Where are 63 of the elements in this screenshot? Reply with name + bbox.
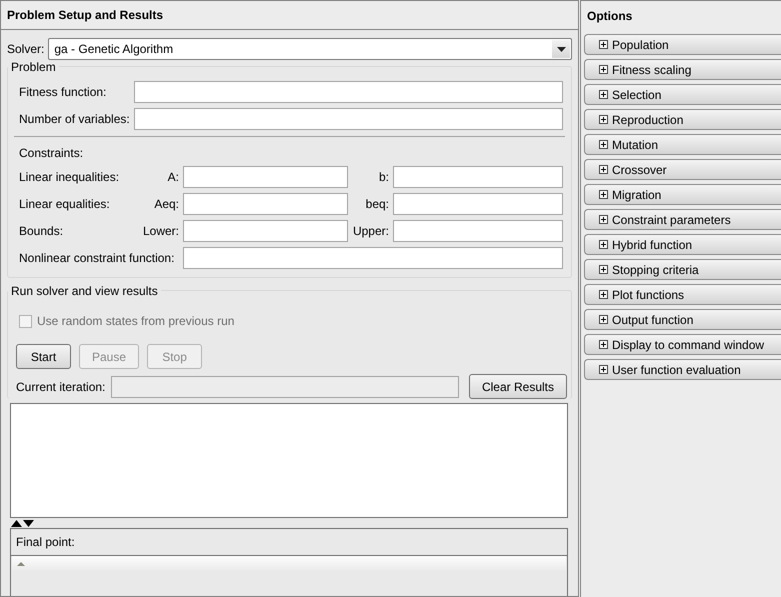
options-section-header[interactable]: Population [584,34,781,55]
field-label: Linear inequalities: [19,170,119,184]
plus-icon [599,340,608,349]
input-field[interactable] [134,108,563,130]
options-section-header[interactable]: Display to command window [584,334,781,355]
plus-icon [599,315,608,324]
input-field[interactable] [393,220,563,242]
options-section-header[interactable]: Constraint parameters [584,209,781,230]
options-section-header[interactable]: Hybrid function [584,234,781,255]
section-label: Constraints: [19,146,84,160]
plus-icon [599,190,608,199]
plus-icon [599,65,608,74]
plus-icon [599,290,608,299]
field-label: Number of variables: [19,112,131,126]
plus-icon [599,165,608,174]
clear-results-button[interactable]: Clear Results [468,374,567,399]
plus-icon [599,265,608,274]
field-label: Nonlinear constraint function: [19,250,176,264]
options-section-header[interactable]: Migration [584,184,781,205]
options-section-header[interactable]: Stopping criteria [584,259,781,280]
input-field[interactable] [183,220,348,242]
field-label: Current iteration: [16,380,106,394]
options-section-header[interactable]: Selection [584,84,781,105]
plus-icon [599,40,608,49]
field-label: Linear equalities: [19,196,111,210]
field-label: Fitness function: [19,84,108,98]
options-section-header[interactable]: User function evaluation [584,359,781,380]
group-title: Problem [8,60,59,74]
input-field[interactable] [183,166,348,188]
options-section-header[interactable]: Crossover [584,159,781,180]
action-button[interactable]: Start [16,344,71,369]
options-section-header[interactable]: Output function [584,309,781,330]
field-label: Lower: [142,224,180,238]
final-point-label: Final point: [16,535,75,549]
options-section-header[interactable]: Mutation [584,134,781,155]
splitter-arrows-icon[interactable] [11,520,34,526]
field-label: Aeq: [153,196,180,210]
checkbox-label: Use random states from previous run [37,314,234,328]
sort-arrow-icon [17,562,25,566]
solver-label: Solver: [7,42,44,56]
input-field[interactable] [393,166,563,188]
plus-icon [599,115,608,124]
caret-icon [556,46,566,52]
input-field[interactable] [393,192,563,214]
plus-icon [599,240,608,249]
group-title: Run solver and view results [8,284,161,298]
panel-title: Problem Setup and Results [1,0,578,30]
field-label: Bounds: [19,224,64,238]
options-section-header[interactable]: Plot functions [584,284,781,305]
field-label: A: [166,170,180,184]
field-label: beq: [364,196,390,210]
field-label: Upper: [352,224,390,238]
plus-icon [599,90,608,99]
options-section-header[interactable]: Fitness scaling [584,59,781,80]
plus-icon [599,140,608,149]
field-label: b: [378,170,390,184]
input-field[interactable] [183,192,348,214]
solver-dropdown[interactable]: ga - Genetic Algorithm [48,38,572,60]
input-field[interactable] [183,246,563,268]
options-section-header[interactable]: Reproduction [584,109,781,130]
input-field[interactable] [134,80,563,102]
plus-icon [599,365,608,374]
plus-icon [599,215,608,224]
